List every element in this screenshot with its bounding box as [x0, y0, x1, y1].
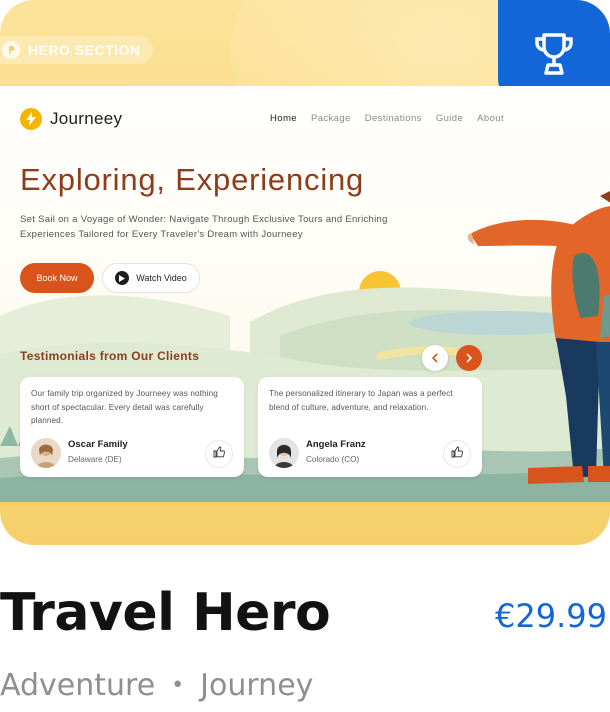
- hero-subtitle: Set Sail on a Voyage of Wonder: Navigate…: [20, 214, 388, 240]
- testimonial-location: Delaware (DE): [68, 455, 122, 464]
- brand-logo[interactable]: Journeey: [20, 108, 122, 130]
- product-price: €29.99: [495, 597, 607, 635]
- carousel-prev-button[interactable]: [422, 345, 448, 371]
- avatar: [31, 438, 61, 468]
- nav-link-about[interactable]: About: [477, 113, 504, 124]
- thumbs-up-icon: [451, 445, 463, 463]
- site-navbar: Journeey Home Package Destinations Guide…: [0, 86, 610, 152]
- nav-link-guide[interactable]: Guide: [436, 113, 463, 124]
- website-preview: Journeey Home Package Destinations Guide…: [0, 86, 610, 502]
- tag-adventure[interactable]: Adventure: [0, 668, 155, 703]
- product-title[interactable]: Travel Hero: [0, 583, 331, 643]
- book-now-button[interactable]: Book Now: [20, 263, 94, 293]
- nav-link-home[interactable]: Home: [270, 113, 297, 124]
- watch-video-label: Watch Video: [136, 273, 187, 283]
- like-button[interactable]: [443, 440, 471, 468]
- category-badge: HERO SECTION: [0, 36, 153, 64]
- testimonial-location: Colorado (CO): [306, 455, 360, 464]
- avatar: [269, 438, 299, 468]
- chevron-right-icon: [465, 351, 473, 366]
- hero-headline: Exploring, Experiencing: [20, 162, 365, 197]
- testimonial-card: Our family trip organized by Journeey wa…: [20, 377, 244, 477]
- nav-link-package[interactable]: Package: [311, 113, 351, 124]
- watch-video-button[interactable]: Watch Video: [102, 263, 200, 293]
- brand-name: Journeey: [50, 109, 123, 128]
- testimonial-name: Angela Franz: [306, 439, 366, 450]
- tag-separator: •: [171, 673, 185, 698]
- bolt-icon: [20, 108, 42, 130]
- tag-journey[interactable]: Journey: [200, 668, 313, 703]
- like-button[interactable]: [205, 440, 233, 468]
- trophy-icon: [533, 31, 575, 82]
- badge-label: HERO SECTION: [28, 42, 141, 58]
- testimonial-name: Oscar Family: [68, 439, 128, 450]
- nav-link-destinations[interactable]: Destinations: [365, 113, 422, 124]
- thumbs-up-icon: [213, 445, 225, 463]
- carousel-next-button[interactable]: [456, 345, 482, 371]
- testimonial-quote: The personalized itinerary to Japan was …: [269, 389, 453, 412]
- play-icon: [115, 271, 130, 285]
- testimonials-heading: Testimonials from Our Clients: [20, 349, 200, 363]
- nav-links: Home Package Destinations Guide About: [270, 113, 518, 124]
- testimonial-card: The personalized itinerary to Japan was …: [258, 377, 482, 477]
- p-logo-icon: [2, 41, 20, 59]
- product-preview-card[interactable]: HERO SECTION Journeey Home Package Desti…: [0, 0, 610, 545]
- chevron-left-icon: [431, 351, 439, 366]
- testimonial-quote: Our family trip organized by Journeey wa…: [31, 389, 218, 425]
- product-tags: Adventure • Journey: [0, 668, 313, 703]
